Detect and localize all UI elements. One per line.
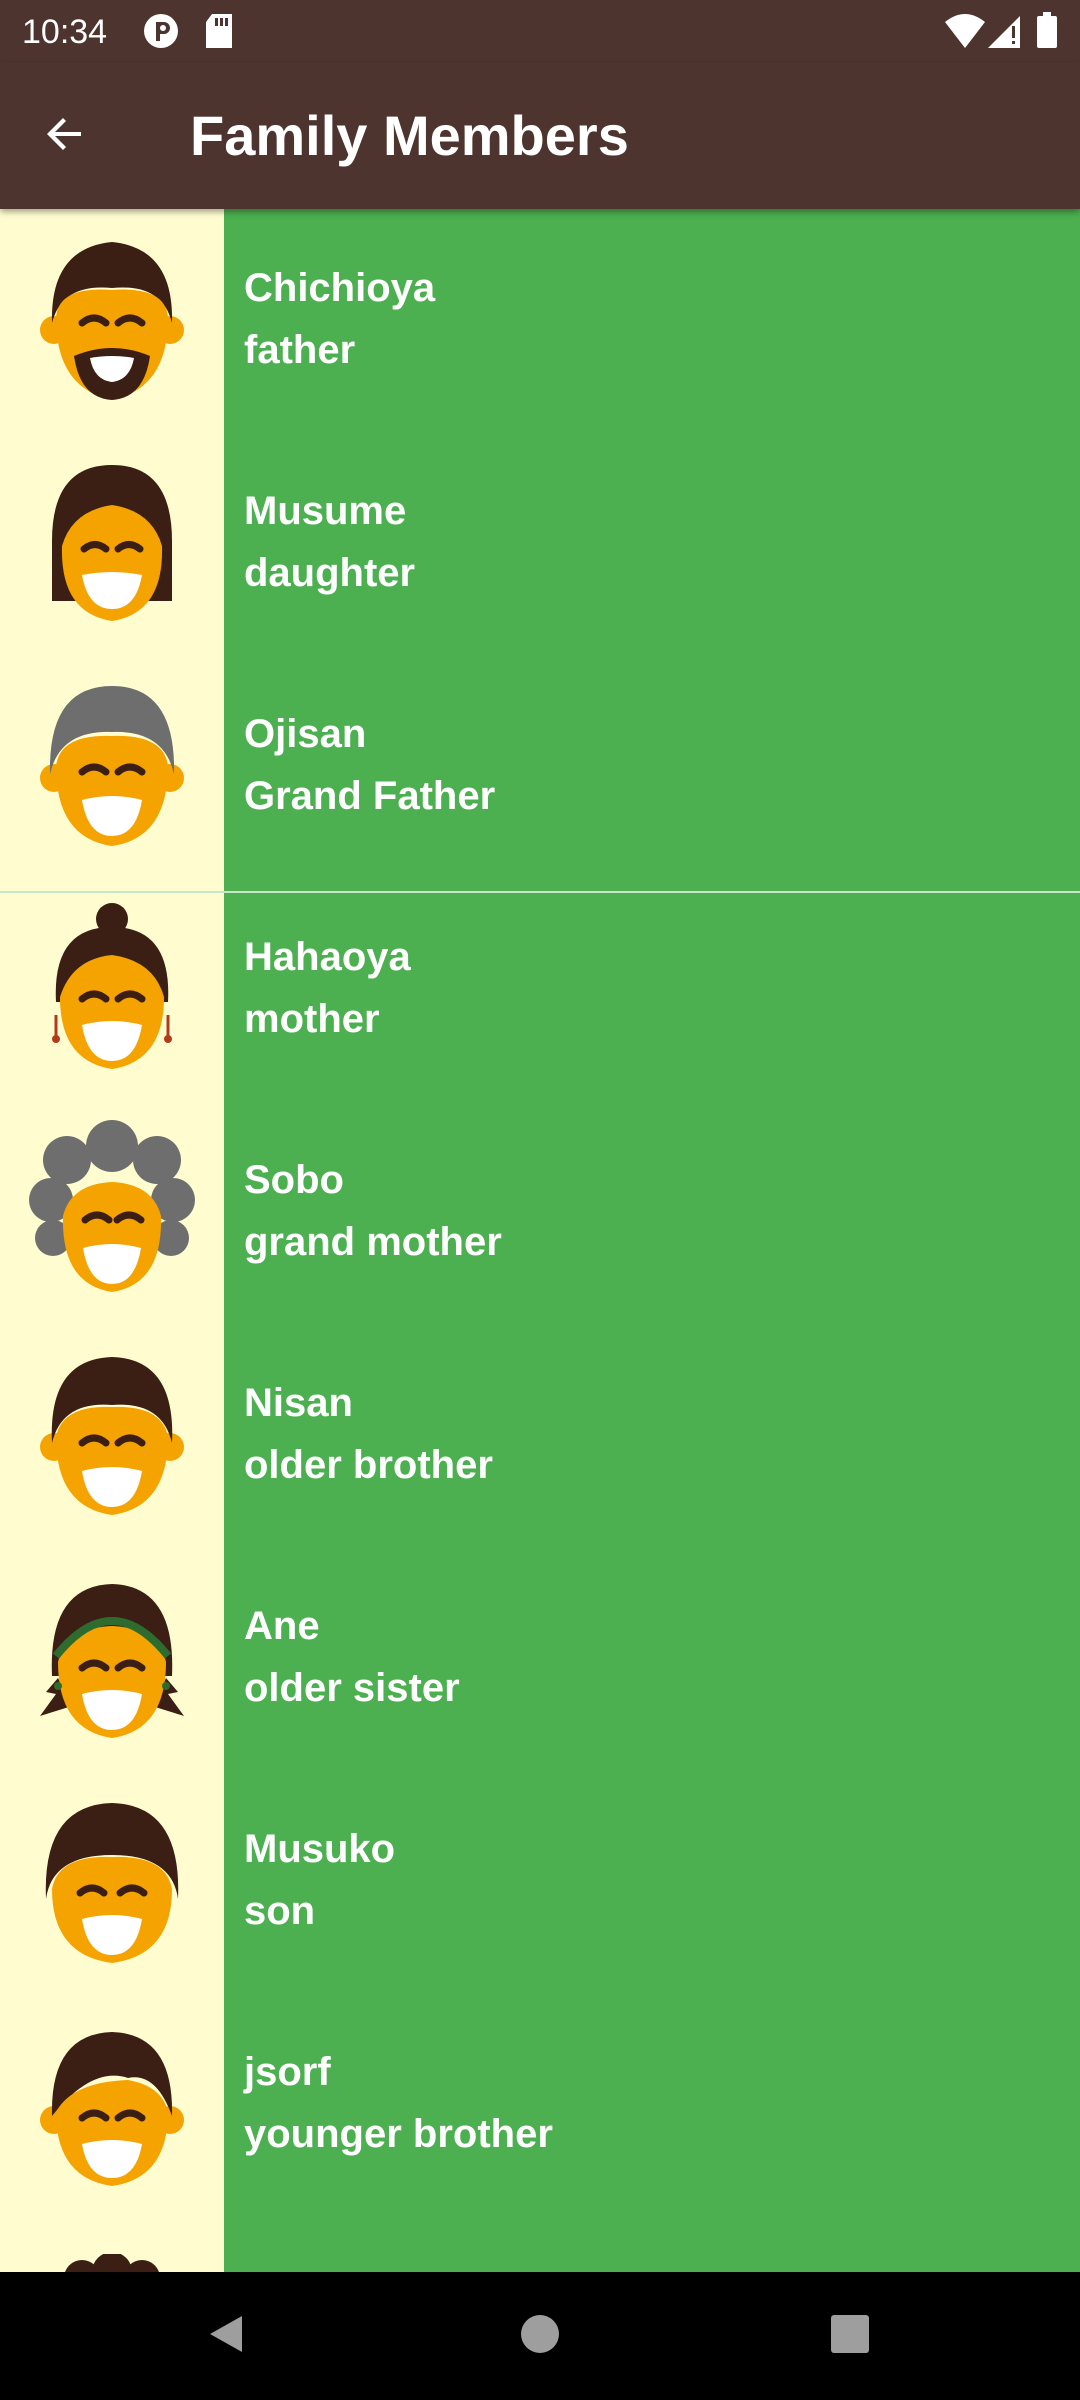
back-triangle-icon xyxy=(204,2312,248,2361)
grandmother-avatar-icon xyxy=(27,1120,197,1305)
battery-icon xyxy=(1036,12,1058,55)
miwok-word: Sobo xyxy=(244,1158,344,1202)
list-item[interactable]: Musume daughter xyxy=(0,432,1080,655)
list-item[interactable]: Hahaoya mother xyxy=(0,878,1080,1101)
older-brother-avatar-icon xyxy=(32,1343,192,1528)
list-item[interactable]: jsorf younger brother xyxy=(0,1993,1080,2216)
app-bar: Family Members xyxy=(0,63,1080,209)
recents-square-icon xyxy=(828,2312,872,2361)
translation-word: younger brother xyxy=(244,2112,553,2156)
translation-word: daughter xyxy=(244,551,416,595)
miwok-word: Nisan xyxy=(244,1381,353,1425)
list-item[interactable]: Ane older sister xyxy=(0,1547,1080,1770)
translation-word: older brother xyxy=(244,1443,493,1487)
notification-p-icon xyxy=(142,12,180,55)
wifi-icon xyxy=(944,12,986,55)
mother-avatar-icon xyxy=(32,897,192,1082)
status-bar: 10:34 xyxy=(0,0,1080,63)
translation-word: son xyxy=(244,1889,316,1933)
list-item[interactable]: Ojisan Grand Father xyxy=(0,655,1080,878)
miwok-word: Chichioya xyxy=(244,266,436,310)
sd-card-icon xyxy=(204,12,234,55)
miwok-word: Hahaoya xyxy=(244,935,411,979)
translation-word: grand mother xyxy=(244,1220,502,1264)
translation-word: mother xyxy=(244,997,380,1041)
list-item[interactable]: Sobo grand mother xyxy=(0,1101,1080,1324)
miwok-word: Ane xyxy=(244,1604,320,1648)
nav-back-button[interactable] xyxy=(186,2296,266,2376)
younger-brother-avatar-icon xyxy=(32,2012,192,2197)
list-item[interactable]: Musuko son xyxy=(0,1770,1080,1993)
older-sister-avatar-icon xyxy=(32,1566,192,1751)
list-item[interactable]: Chichioya father xyxy=(0,209,1080,432)
nav-recents-button[interactable] xyxy=(810,2296,890,2376)
list-item[interactable]: Nisan older brother xyxy=(0,1324,1080,1547)
miwok-word: Musuko xyxy=(244,1827,396,1871)
home-circle-icon xyxy=(518,2312,562,2361)
arrow-back-icon xyxy=(41,110,89,163)
page-title: Family Members xyxy=(190,104,629,167)
list-item[interactable] xyxy=(0,2216,1080,2272)
status-time: 10:34 xyxy=(22,13,108,51)
grandfather-avatar-icon xyxy=(32,674,192,859)
translation-word: father xyxy=(244,328,356,372)
translation-word: older sister xyxy=(244,1666,460,1710)
younger-sister-avatar-icon xyxy=(32,2252,192,2272)
miwok-word: Ojisan xyxy=(244,712,367,756)
family-list[interactable]: Chichioya father Musume daughter Ojisan … xyxy=(0,209,1080,2272)
cell-signal-icon xyxy=(986,12,1022,55)
system-nav-bar xyxy=(0,2272,1080,2400)
son-avatar-icon xyxy=(32,1789,192,1974)
miwok-word: Musume xyxy=(244,489,407,533)
daughter-avatar-icon xyxy=(32,451,192,636)
translation-word: Grand Father xyxy=(244,774,496,818)
back-button[interactable] xyxy=(30,101,100,171)
list-divider xyxy=(0,891,1080,893)
nav-home-button[interactable] xyxy=(500,2296,580,2376)
miwok-word: jsorf xyxy=(244,2050,331,2094)
father-avatar-icon xyxy=(32,228,192,413)
